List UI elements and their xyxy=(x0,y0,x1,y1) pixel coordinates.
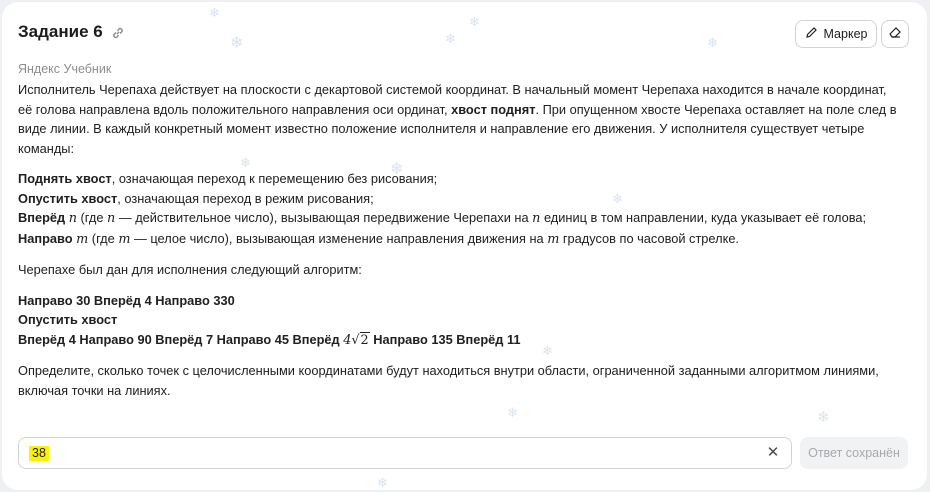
algorithm-intro: Черепахе был дан для исполнения следующи… xyxy=(18,262,362,277)
algorithm-line-2: Опустить хвост xyxy=(18,312,118,327)
algorithm-line-3: Вперёд 4 Направо 90 Вперёд 7 Направо 45 … xyxy=(18,331,521,348)
pencil-icon xyxy=(805,26,818,42)
marker-button[interactable]: Маркер xyxy=(795,20,877,48)
source-label: Яндекс Учебник xyxy=(18,62,112,76)
answer-saved-button: Ответ сохранён xyxy=(800,437,908,469)
snowflake-icon: ❄ xyxy=(817,409,830,426)
task-statement: Исполнитель Черепаха действует на плоско… xyxy=(18,80,898,400)
link-icon[interactable] xyxy=(111,25,125,39)
snowflake-icon: ❄ xyxy=(445,31,456,46)
task-title: Задание 6 xyxy=(18,22,125,42)
snowflake-icon: ❄ xyxy=(707,35,718,50)
snowflake-icon: ❄ xyxy=(507,405,518,420)
answer-value[interactable]: 38 xyxy=(29,446,49,461)
clear-icon[interactable]: ✕ xyxy=(765,445,781,461)
marker-label: Маркер xyxy=(823,27,868,41)
algorithm-line-1: Направо 30 Вперёд 4 Направо 330 xyxy=(18,292,235,308)
command-lift: Поднять хвост, означающая переход к пере… xyxy=(18,171,438,186)
snowflake-icon: ❄ xyxy=(230,35,244,52)
command-lower: Опустить хвост, означающая переход в реж… xyxy=(18,190,374,206)
command-right: Направо m (где m — целое число), вызываю… xyxy=(18,230,739,247)
eraser-icon xyxy=(888,25,902,44)
eraser-button[interactable] xyxy=(881,20,909,48)
task-title-text: Задание 6 xyxy=(18,22,103,41)
snowflake-icon: ❄ xyxy=(209,5,220,20)
intro-paragraph: Исполнитель Черепаха действует на плоско… xyxy=(18,82,897,156)
sqrt-expression: 4√2 xyxy=(343,331,370,348)
snowflake-icon: ❄ xyxy=(469,14,480,29)
question-paragraph: Определите, сколько точек с целочисленны… xyxy=(18,363,879,398)
command-forward: Вперёд n (где n — действительное число),… xyxy=(18,210,867,226)
snowflake-icon: ❄ xyxy=(377,475,388,490)
answer-input[interactable]: 38 ✕ xyxy=(18,437,792,469)
